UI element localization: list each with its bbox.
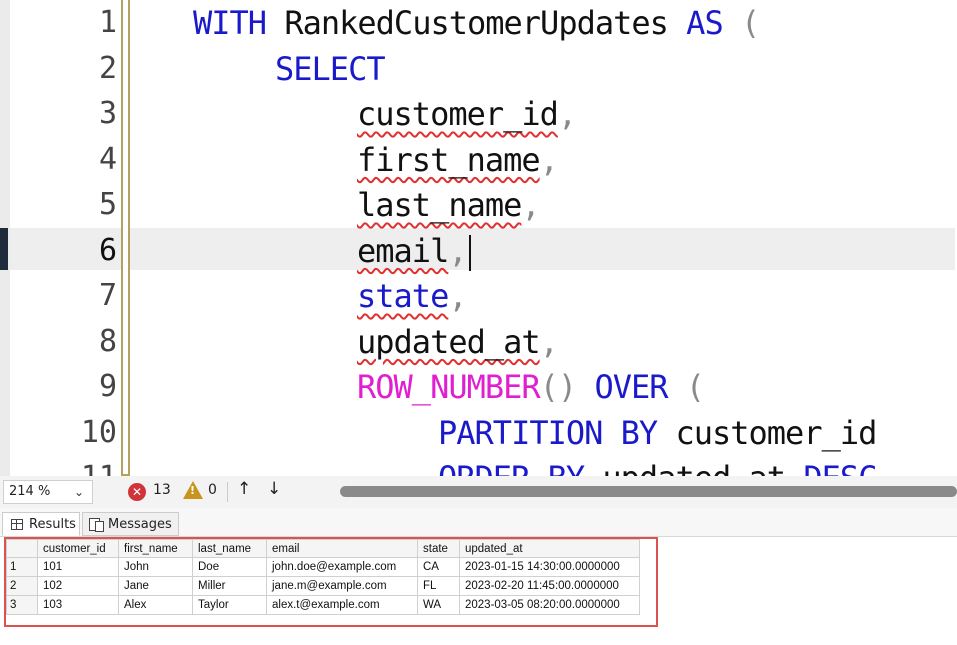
status-divider: [227, 482, 228, 502]
code-text[interactable]: ROW_NUMBER() OVER (: [357, 364, 705, 410]
next-issue-arrow-icon[interactable]: ↓: [267, 479, 281, 499]
tab-results-label: Results: [29, 517, 76, 532]
code-line[interactable]: 8 updated_at,: [0, 319, 957, 365]
editor-status-bar: 214 % ⌄ ✕ 13 ! 0 ↑ ↓: [0, 476, 957, 508]
code-token: state: [357, 277, 449, 315]
code-token: last_name: [357, 186, 522, 224]
code-text[interactable]: email,: [357, 228, 471, 274]
code-line[interactable]: 4 first_name,: [0, 137, 957, 183]
line-number: 2: [98, 50, 117, 86]
tab-results[interactable]: Results: [2, 512, 80, 536]
code-token: customer_id: [357, 95, 559, 133]
code-token: ORDER BY: [438, 459, 602, 476]
code-line[interactable]: 5 last_name,: [0, 182, 957, 228]
code-token: ,: [448, 231, 467, 270]
results-pane: customer_id first_name last_name email state…: [0, 537, 957, 645]
code-line[interactable]: 2 SELECT: [0, 46, 957, 92]
warning-mark: !: [190, 484, 196, 497]
warning-count[interactable]: 0: [208, 482, 217, 498]
code-text[interactable]: WITH RankedCustomerUpdates AS (: [193, 0, 760, 46]
code-token: OVER: [594, 368, 686, 406]
code-token: (: [740, 4, 760, 42]
code-token: SELECT: [275, 49, 386, 88]
code-token: updated_at: [602, 459, 803, 476]
line-number: 5: [98, 187, 117, 222]
code-token: RankedCustomerUpdates: [284, 4, 687, 42]
code-token: ,: [539, 322, 559, 361]
code-token: ROW_NUMBER: [357, 368, 541, 406]
code-line[interactable]: 9 ROW_NUMBER() OVER (: [0, 364, 957, 410]
code-line[interactable]: 3 customer_id,: [0, 91, 957, 137]
code-token: ,: [539, 140, 559, 179]
code-text[interactable]: state,: [357, 273, 468, 319]
code-line[interactable]: 1 WITH RankedCustomerUpdates AS (: [0, 0, 957, 46]
zoom-dropdown[interactable]: 214 % ⌄: [3, 480, 93, 504]
code-token: (): [539, 368, 595, 406]
line-number: 3: [98, 96, 117, 131]
line-number: 7: [98, 278, 117, 313]
line-number: 6: [98, 232, 117, 268]
line-number: 8: [98, 323, 117, 359]
code-token: ,: [448, 277, 467, 315]
code-text[interactable]: SELECT: [275, 46, 386, 92]
previous-issue-arrow-icon[interactable]: ↑: [237, 479, 251, 499]
tab-messages[interactable]: Messages: [82, 512, 179, 536]
code-token: AS: [686, 4, 741, 42]
code-line[interactable]: 10 PARTITION BY customer_id: [0, 410, 957, 456]
chevron-down-icon: ⌄: [73, 485, 84, 499]
code-line[interactable]: 7 state,: [0, 273, 957, 319]
code-token: customer_id: [675, 413, 877, 452]
code-text[interactable]: last_name,: [357, 182, 541, 228]
code-token: PARTITION BY: [438, 413, 676, 452]
code-text[interactable]: updated_at,: [357, 319, 559, 365]
line-number: 1: [98, 5, 117, 40]
code-token: WITH: [193, 4, 285, 42]
code-token: ,: [521, 186, 540, 224]
grid-icon: [11, 519, 23, 530]
line-number: 4: [98, 141, 117, 177]
zoom-value: 214 %: [9, 484, 51, 499]
line-number: 9: [98, 369, 117, 404]
code-token: updated_at: [357, 322, 541, 361]
line-number: 11: [0, 455, 117, 476]
line-number: 10: [80, 414, 117, 450]
code-token: (: [685, 368, 705, 406]
results-tab-bar: Results Messages: [0, 508, 957, 537]
code-text[interactable]: PARTITION BY customer_id: [438, 410, 877, 456]
code-line[interactable]: 11 ORDER BY updated_at DESC: [0, 455, 957, 476]
code-token: ,: [557, 95, 577, 133]
sql-editor[interactable]: 1 WITH RankedCustomerUpdates AS (2 SELECT 3…: [0, 0, 957, 476]
code-line[interactable]: 6 email,: [0, 228, 957, 274]
code-token: email: [357, 231, 449, 270]
messages-icon: [89, 518, 104, 532]
code-text[interactable]: first_name,: [357, 137, 559, 183]
error-icon[interactable]: ✕: [128, 483, 146, 501]
error-count[interactable]: 13: [153, 482, 171, 498]
text-caret: [468, 234, 471, 271]
tab-messages-label: Messages: [108, 517, 172, 532]
code-token: DESC: [803, 459, 877, 476]
code-token: first_name: [357, 140, 541, 179]
results-highlight-box: [4, 537, 658, 627]
code-text[interactable]: customer_id,: [357, 91, 577, 137]
horizontal-scrollbar[interactable]: [340, 486, 957, 497]
code-text[interactable]: ORDER BY updated_at DESC: [438, 455, 877, 476]
